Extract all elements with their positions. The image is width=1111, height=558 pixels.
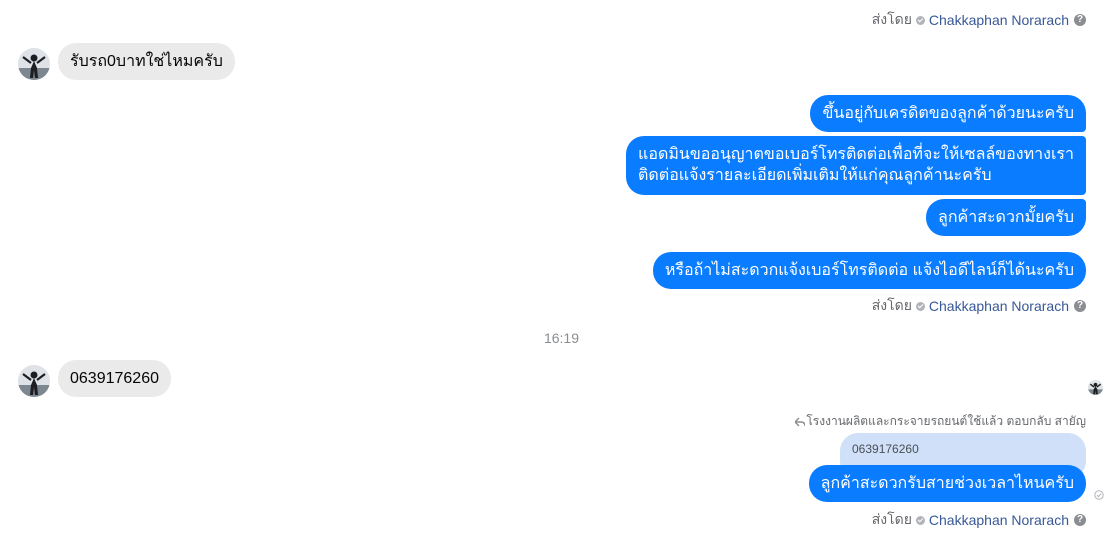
sent-by-line: ส่งโดย Chakkaphan Norarach ? bbox=[872, 9, 1086, 31]
message-text: ลูกค้าสะดวกมั้ยครับ bbox=[938, 209, 1074, 226]
message-text: ลูกค้าสะดวกรับสายช่วงเวลาไหนครับ bbox=[820, 475, 1074, 492]
conversation-timestamp: 16:19 bbox=[543, 330, 580, 346]
outgoing-message-bubble[interactable]: แอดมินขออนุญาตขอเบอร์โทรติดต่อเพื่อที่จะ… bbox=[626, 136, 1086, 195]
sender-name-link[interactable]: Chakkaphan Norarach bbox=[929, 512, 1069, 528]
incoming-message-bubble[interactable]: 0639176260 bbox=[58, 360, 171, 397]
message-text: หรือถ้าไม่สะดวกแจ้งเบอร์โทรติดต่อ แจ้งไอ… bbox=[664, 262, 1074, 279]
seen-avatar bbox=[1088, 380, 1103, 395]
sent-by-line: ส่งโดย Chakkaphan Norarach ? bbox=[872, 295, 1086, 317]
help-icon[interactable]: ? bbox=[1074, 514, 1086, 526]
contact-avatar[interactable] bbox=[18, 48, 50, 80]
sent-by-prefix: ส่งโดย bbox=[871, 297, 912, 313]
help-icon[interactable]: ? bbox=[1074, 300, 1086, 312]
message-text-line: แอดมินขออนุญาตขอเบอร์โทรติดต่อเพื่อที่จะ… bbox=[638, 146, 1074, 163]
outgoing-message-bubble[interactable]: ลูกค้าสะดวกมั้ยครับ bbox=[926, 199, 1086, 236]
verified-icon bbox=[915, 515, 925, 525]
sender-name-link[interactable]: Chakkaphan Norarach bbox=[929, 298, 1069, 314]
outgoing-reply-bubble[interactable]: ลูกค้าสะดวกรับสายช่วงเวลาไหนครับ bbox=[808, 465, 1086, 502]
sent-by-line: ส่งโดย Chakkaphan Norarach ? bbox=[872, 509, 1086, 531]
help-icon[interactable]: ? bbox=[1074, 14, 1086, 26]
quoted-text: 0639176260 bbox=[852, 442, 919, 456]
reply-arrow-icon bbox=[795, 417, 806, 426]
contact-avatar[interactable] bbox=[18, 365, 50, 397]
message-text-line: ติดต่อแจ้งรายละเอียดเพิ่มเติมให้แก่คุณลู… bbox=[638, 167, 992, 184]
incoming-message-bubble[interactable]: รับรถ0บาทใช่ไหมครับ bbox=[58, 43, 235, 80]
reply-label-text: โรงงานผลิตและกระจายรถยนต์ใช้แล้ว ตอบกลับ… bbox=[806, 414, 1086, 428]
message-text: 0639176260 bbox=[70, 370, 159, 387]
sent-by-prefix: ส่งโดย bbox=[871, 11, 912, 27]
reply-label: โรงงานผลิตและกระจายรถยนต์ใช้แล้ว ตอบกลับ… bbox=[795, 412, 1086, 431]
outgoing-message-bubble[interactable]: ขึ้นอยู่กับเครดิตของลูกค้าด้วยนะครับ bbox=[810, 95, 1086, 132]
delivered-check-icon bbox=[1094, 487, 1104, 505]
outgoing-message-bubble[interactable]: หรือถ้าไม่สะดวกแจ้งเบอร์โทรติดต่อ แจ้งไอ… bbox=[652, 252, 1086, 289]
sent-by-prefix: ส่งโดย bbox=[871, 511, 912, 527]
verified-icon bbox=[915, 301, 925, 311]
sender-name-link[interactable]: Chakkaphan Norarach bbox=[929, 12, 1069, 28]
message-text: ขึ้นอยู่กับเครดิตของลูกค้าด้วยนะครับ bbox=[822, 105, 1074, 122]
verified-icon bbox=[915, 15, 925, 25]
message-text: รับรถ0บาทใช่ไหมครับ bbox=[70, 53, 223, 70]
